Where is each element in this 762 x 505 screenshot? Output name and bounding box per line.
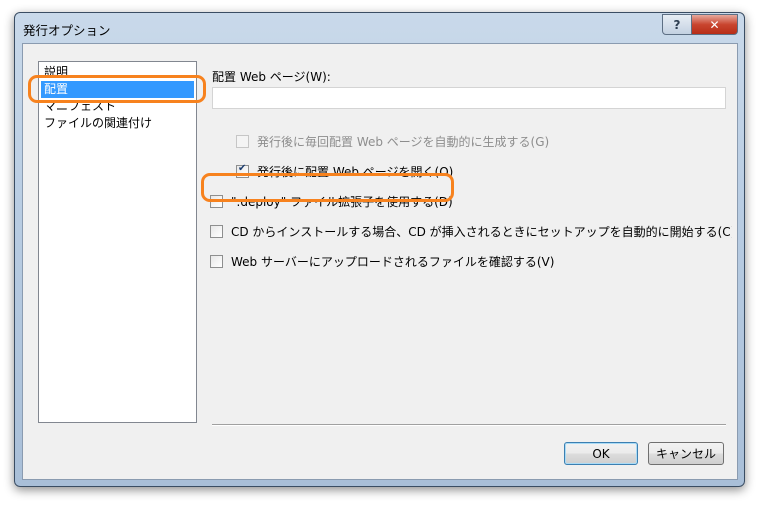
- option-auto-generate-web-page[interactable]: 発行後に毎回配置 Web ページを自動的に生成する(G): [236, 133, 549, 150]
- category-list[interactable]: 説明 配置 マニフェスト ファイルの関連付け: [38, 61, 197, 423]
- dialog-title: 発行オプション: [23, 23, 111, 38]
- deploy-web-page-label: 配置 Web ページ(W):: [212, 70, 331, 84]
- option-verify-uploaded-files[interactable]: Web サーバーにアップロードされるファイルを確認する(V): [210, 253, 554, 270]
- close-button[interactable]: ✕: [692, 14, 738, 35]
- deploy-web-page-input[interactable]: [212, 87, 726, 109]
- separator: [212, 424, 726, 426]
- checkbox-auto-generate[interactable]: [236, 135, 249, 148]
- option-label: 発行後に毎回配置 Web ページを自動的に生成する(G): [257, 135, 550, 149]
- option-label: Web サーバーにアップロードされるファイルを確認する(V): [231, 255, 555, 269]
- option-cd-autostart[interactable]: CD からインストールする場合、CD が挿入されるときにセットアップを自動的に開…: [210, 223, 732, 240]
- ok-button[interactable]: OK: [564, 442, 638, 465]
- help-icon: ?: [673, 17, 681, 32]
- title-bar-buttons: ? ✕: [662, 14, 738, 35]
- dialog-client-area: 説明 配置 マニフェスト ファイルの関連付け 配置 Web ページ(W): 発行…: [22, 43, 738, 480]
- highlight-deploy-extension: [201, 173, 454, 202]
- nav-item-file-associations[interactable]: ファイルの関連付け: [41, 115, 194, 132]
- checkbox-verify-uploaded-files[interactable]: [210, 255, 223, 268]
- cancel-button[interactable]: キャンセル: [648, 442, 724, 465]
- option-label: CD からインストールする場合、CD が挿入されるときにセットアップを自動的に開…: [231, 225, 732, 239]
- checkbox-cd-autostart[interactable]: [210, 225, 223, 238]
- help-button[interactable]: ?: [662, 14, 692, 35]
- highlight-deploy-nav: [28, 75, 206, 103]
- close-icon: ✕: [709, 17, 720, 32]
